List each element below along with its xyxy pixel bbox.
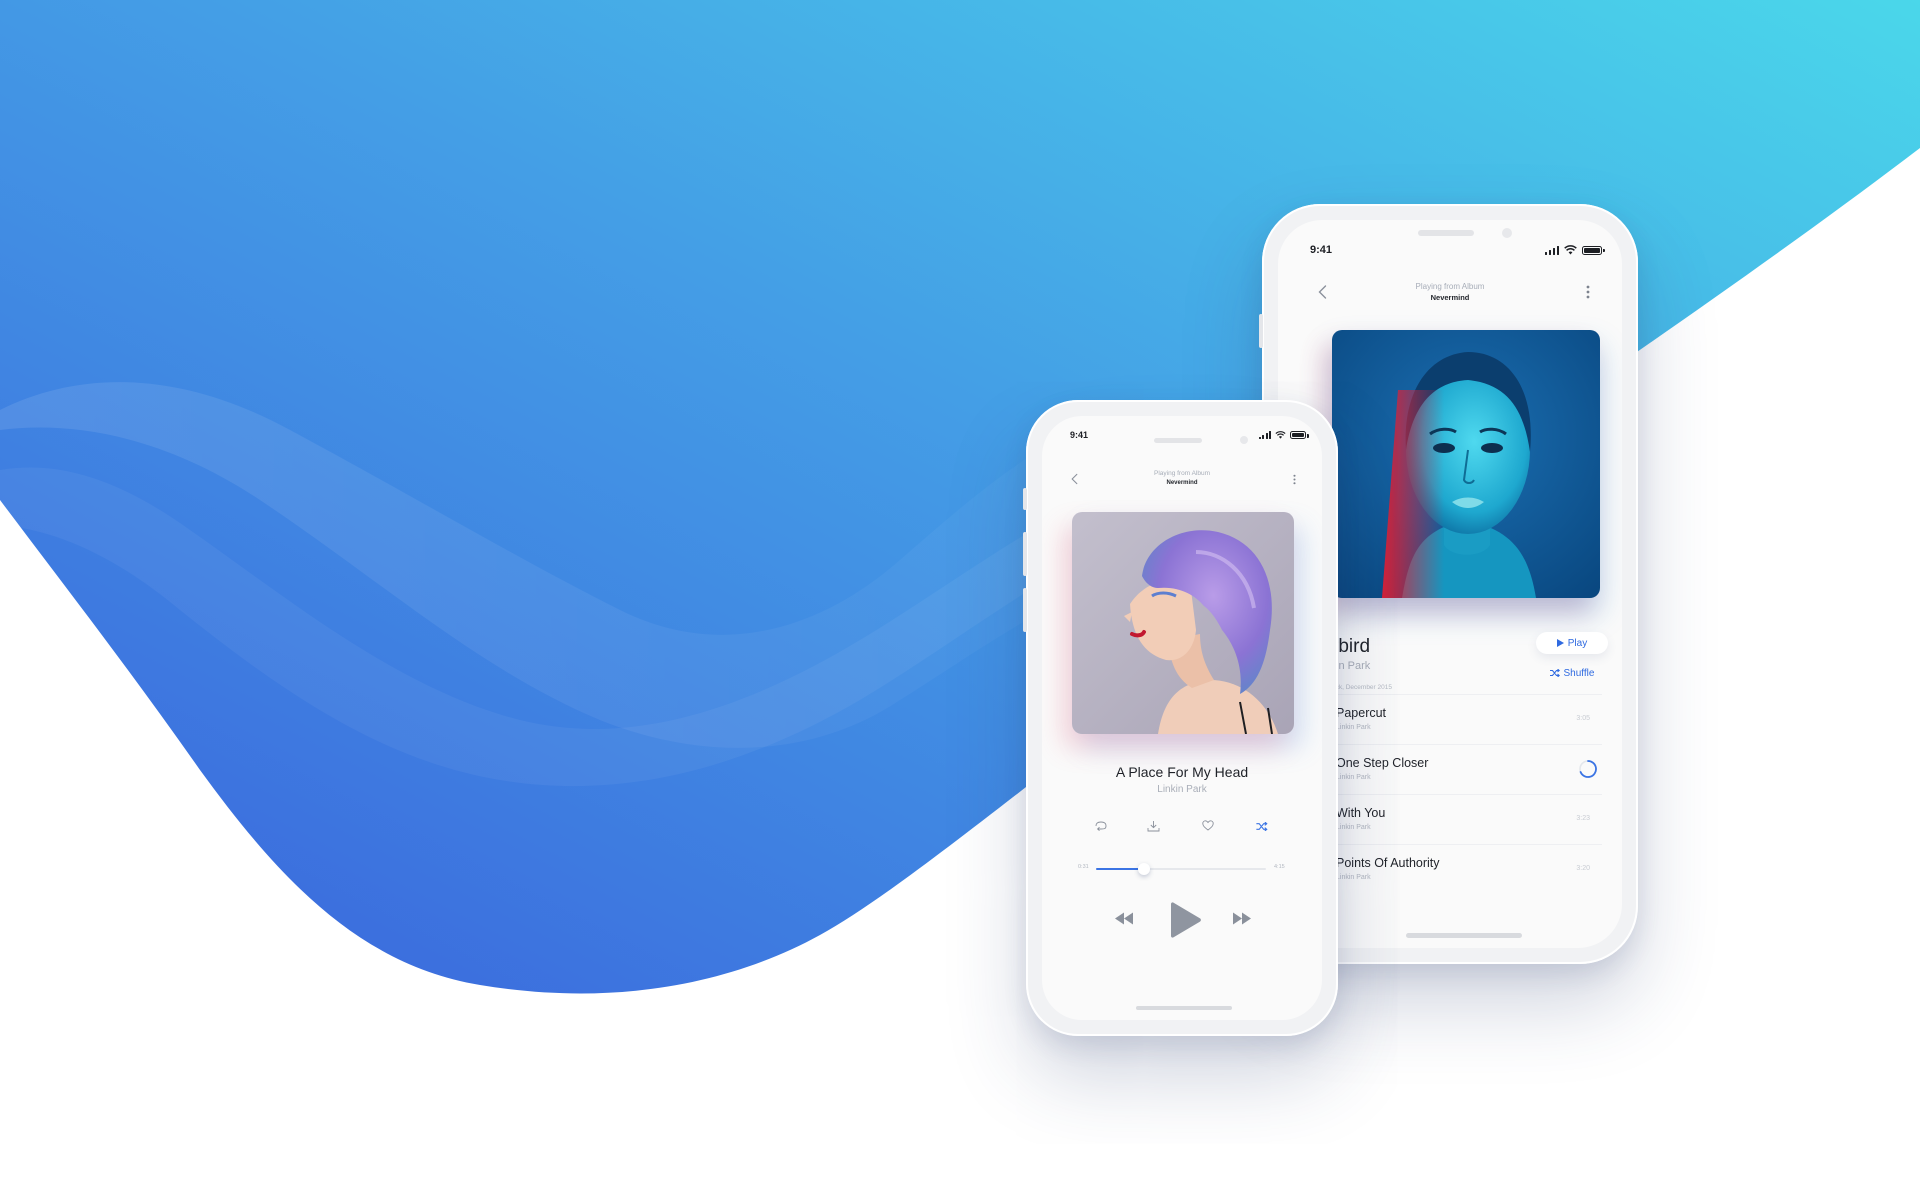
song-artist: Linkin Park [1336,874,1371,881]
status-time: 9:41 [1070,430,1089,440]
front-phone: 9:41 Playing from Album Nevermind A Plac… [1023,400,1338,1036]
shuffle-button[interactable]: Shuffle [1536,662,1608,684]
divider [1298,794,1602,795]
album-meta: ock, December 2015 [1332,684,1392,691]
wifi-icon [1564,245,1577,255]
play-button[interactable]: Play [1536,632,1608,654]
album-artwork [1332,330,1600,598]
status-icons [1544,245,1605,255]
shuffle-icon[interactable] [1256,822,1268,831]
song-title: With You [1336,806,1386,820]
wifi-icon [1275,431,1286,439]
rewind-icon[interactable] [1114,912,1134,925]
loading-spinner-icon [1579,760,1597,778]
status-icons [1258,431,1309,439]
heart-icon[interactable] [1202,820,1214,831]
song-duration: 3:20 [1576,865,1590,872]
battery-icon [1290,431,1309,439]
header-subtitle: Playing from Album [1415,282,1485,291]
home-indicator [1406,933,1522,938]
divider [1298,694,1602,695]
portrait-image [1072,512,1294,734]
battery-icon [1582,245,1605,255]
header-subtitle: Playing from Album [1154,470,1210,477]
progress-fill [1096,868,1144,870]
progress-thumb[interactable] [1137,863,1150,875]
more-vertical-icon[interactable] [1580,282,1596,302]
speaker-grille [1154,438,1202,443]
header-title: Nevermind [1430,293,1470,302]
download-icon[interactable] [1147,820,1160,832]
total-duration: 4:15 [1274,864,1285,870]
divider [1298,744,1602,745]
progress-slider[interactable] [1096,863,1266,875]
song-duration: 3:23 [1576,815,1590,822]
track-title: A Place For My Head [1115,764,1249,780]
front-camera [1240,436,1248,444]
song-duration: 3:05 [1576,715,1590,722]
shuffle-label: Shuffle [1563,667,1595,679]
status-time: 9:41 [1310,244,1333,256]
song-artist: Linkin Park [1336,824,1371,831]
front-camera [1502,228,1512,238]
cellular-signal-icon [1258,431,1271,439]
song-title: Papercut [1336,706,1387,720]
play-icon [1556,639,1564,647]
volume-up-button [1023,532,1027,576]
play-label: Play [1567,637,1588,649]
repeat-icon[interactable] [1095,821,1107,831]
song-artist: Linkin Park [1336,724,1371,731]
more-vertical-icon[interactable] [1288,470,1300,488]
album-artist: in Park [1336,660,1371,672]
front-phone-screen: 9:41 Playing from Album Nevermind A Plac… [1042,416,1322,1020]
portrait-image [1332,330,1600,598]
cellular-signal-icon [1544,245,1559,255]
album-artwork [1072,512,1294,734]
track-artist: Linkin Park [1157,784,1207,795]
side-button [1259,314,1263,348]
shuffle-icon [1549,669,1560,677]
volume-down-button [1023,588,1027,632]
elapsed-time: 0:31 [1078,864,1089,870]
home-indicator [1136,1006,1232,1010]
speaker-grille [1418,230,1474,236]
divider [1298,844,1602,845]
play-icon[interactable] [1168,902,1202,938]
song-artist: Linkin Park [1336,774,1371,781]
fast-forward-icon[interactable] [1232,912,1252,925]
side-button [1023,488,1027,510]
song-title: One Step Closer [1336,756,1429,770]
song-title: Points Of Authority [1336,856,1440,870]
header-title: Nevermind [1166,480,1198,486]
